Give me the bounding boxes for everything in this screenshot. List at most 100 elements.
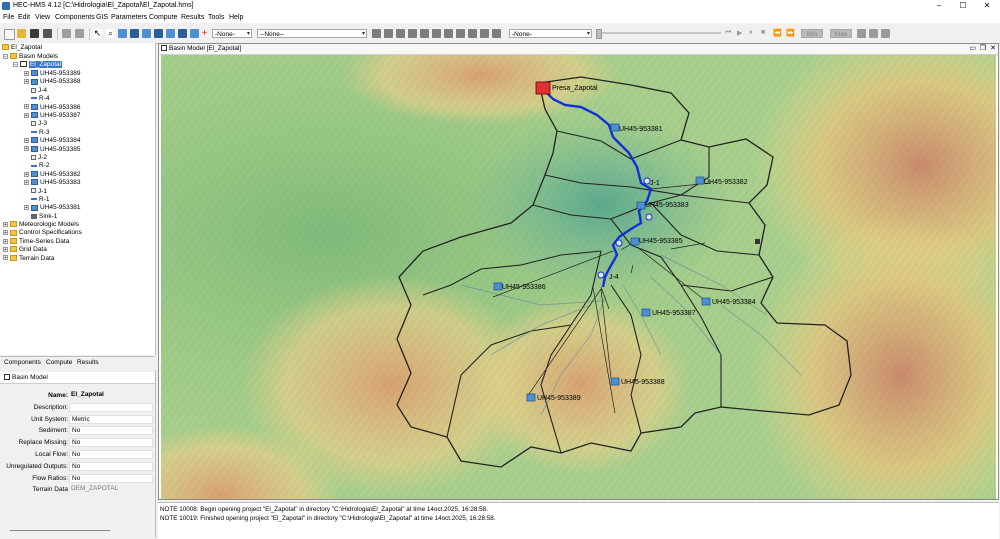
menu-components[interactable]: Components	[55, 14, 95, 21]
subbasin-icon-s6[interactable]	[493, 282, 503, 291]
tree-folder-time-series-data[interactable]: + Time-Series Data	[3, 238, 69, 246]
tab-components[interactable]: Components	[4, 359, 41, 366]
expand-icon[interactable]: +	[3, 221, 8, 227]
tree-element-uh45-953382[interactable]: + UH45-953382	[24, 171, 80, 179]
compute-all-icon[interactable]	[384, 29, 393, 38]
summary-table-icon[interactable]	[408, 29, 417, 38]
tree-folder-meteorologic-models[interactable]: + Meteorologic Models	[3, 221, 79, 229]
junction-icon-j4[interactable]	[597, 271, 605, 279]
expand-icon[interactable]: +	[24, 70, 29, 76]
profile-icon[interactable]	[456, 29, 465, 38]
expand-icon[interactable]: +	[3, 255, 8, 261]
menu-edit[interactable]: Edit	[18, 14, 30, 21]
min-button[interactable]: Min	[801, 29, 823, 38]
rewind-icon[interactable]: ⏮	[725, 29, 731, 37]
menu-gis[interactable]: GIS	[96, 14, 108, 21]
graph-icon[interactable]	[396, 29, 405, 38]
expand-icon[interactable]: +	[3, 246, 8, 252]
tree-element-uh45-953387[interactable]: + UH45-953387	[24, 112, 80, 120]
tree-folder-terrain-data[interactable]: + Terrain Data	[3, 255, 54, 263]
tree-element-sink-1[interactable]: Sink-1	[24, 213, 57, 221]
maximize-button[interactable]: ☐	[952, 0, 974, 12]
subbasin-icon-s1[interactable]	[610, 123, 620, 132]
paste-icon[interactable]	[75, 29, 84, 38]
results-icon[interactable]	[432, 29, 441, 38]
minimize-button[interactable]: –	[928, 0, 950, 12]
tree-element-r-1[interactable]: R-1	[24, 196, 49, 204]
menu-parameters[interactable]: Parameters	[111, 14, 147, 21]
subbasin-icon-s2[interactable]	[695, 176, 705, 185]
camera-icon[interactable]	[869, 29, 878, 38]
expand-icon[interactable]: +	[24, 205, 29, 211]
subbasin-icon-s8[interactable]	[610, 377, 620, 386]
subbasin-tool-icon[interactable]	[118, 29, 127, 38]
expand-icon[interactable]: +	[24, 146, 29, 152]
cut-icon[interactable]	[62, 29, 71, 38]
arrow-tool-icon[interactable]: ↖	[93, 29, 102, 38]
reservoir-icon[interactable]	[535, 81, 551, 95]
prop-value-name[interactable]: El_Zapotal	[69, 391, 153, 400]
window-close-icon[interactable]: ✕	[990, 44, 996, 54]
step-forward-icon[interactable]: ⏩	[786, 29, 795, 37]
tree-element-j-1[interactable]: J-1	[24, 188, 47, 196]
tree-basin-models[interactable]: − Basin Models	[3, 53, 58, 61]
tree-element-j-4[interactable]: J-4	[24, 87, 47, 95]
expand-icon[interactable]: +	[3, 238, 8, 244]
tree-element-uh45-953384[interactable]: + UH45-953384	[24, 137, 80, 145]
prop-value-description[interactable]	[69, 402, 153, 412]
element-combo[interactable]: -None- ▾	[212, 29, 252, 38]
reach-tool-icon[interactable]	[130, 29, 139, 38]
tree-project-root[interactable]: El_Zapotal	[2, 44, 42, 52]
print-icon[interactable]	[43, 29, 52, 38]
tree-folder-control-specifications[interactable]: + Control Specifications	[3, 229, 82, 237]
basin-map[interactable]: Presa_Zapotal UH45-953381 UH45-953382 J-…	[161, 55, 996, 499]
source-tool-icon[interactable]	[154, 29, 163, 38]
calendar-icon[interactable]	[857, 29, 866, 38]
subbasin-icon-s5[interactable]	[630, 237, 640, 246]
zoom-icon[interactable]: ⌕	[106, 29, 115, 38]
tree-element-r-3[interactable]: R-3	[24, 129, 49, 137]
max-button[interactable]: Max	[830, 29, 852, 38]
subbasin-icon-s9[interactable]	[526, 393, 536, 402]
pause-icon[interactable]: ⏸	[749, 29, 753, 37]
expand-icon[interactable]: +	[24, 137, 29, 143]
tree-basin-el-zapotal[interactable]: − El_Zapotal	[13, 61, 63, 69]
time-slider[interactable]	[596, 32, 721, 34]
results-combo[interactable]: -None- ▾	[509, 29, 592, 38]
menu-results[interactable]: Results	[181, 14, 204, 21]
tree-element-uh45-953386[interactable]: + UH45-953386	[24, 104, 80, 112]
subbasin-icon-s7[interactable]	[641, 308, 651, 317]
play-icon[interactable]: ▶	[737, 29, 742, 37]
editor-tab[interactable]: Basin Model	[0, 372, 155, 384]
map-export-icon[interactable]	[881, 29, 890, 38]
tree-element-uh45-953388[interactable]: + UH45-953388	[24, 78, 80, 86]
window-minimize-icon[interactable]: ▭	[969, 44, 976, 54]
stop-icon[interactable]: ■	[761, 29, 765, 36]
collapse-icon[interactable]: −	[3, 53, 8, 59]
tab-results[interactable]: Results	[77, 359, 99, 366]
run-combo[interactable]: --None-- ▾	[257, 29, 367, 38]
prop-value-replace-missing[interactable]: No	[69, 438, 153, 448]
open-project-icon[interactable]	[17, 29, 26, 38]
tree-element-r-4[interactable]: R-4	[24, 95, 49, 103]
new-project-icon[interactable]	[4, 29, 15, 40]
window-restore-icon[interactable]: ❐	[980, 44, 986, 54]
time-series-table-icon[interactable]	[420, 29, 429, 38]
tree-element-r-2[interactable]: R-2	[24, 162, 49, 170]
save-project-icon[interactable]	[30, 29, 39, 38]
animation-icon[interactable]	[468, 29, 477, 38]
menu-file[interactable]: File	[3, 14, 14, 21]
junction-tool-icon[interactable]	[166, 29, 175, 38]
junction-icon-j2[interactable]	[645, 213, 653, 221]
junction-icon-j3[interactable]	[615, 239, 623, 247]
expand-icon[interactable]: +	[24, 171, 29, 177]
prop-value-flow-ratios[interactable]: No	[69, 473, 153, 483]
tree-element-uh45-953389[interactable]: + UH45-953389	[24, 70, 80, 78]
subbasin-icon-s4[interactable]	[701, 297, 711, 306]
collapse-icon[interactable]: −	[13, 61, 18, 67]
menu-tools[interactable]: Tools	[208, 14, 224, 21]
expand-icon[interactable]: +	[24, 112, 29, 118]
sink-tool-icon[interactable]	[190, 29, 199, 38]
tree-folder-grid-data[interactable]: + Grid Data	[3, 246, 47, 254]
subbasin-icon-s3[interactable]	[636, 201, 646, 210]
